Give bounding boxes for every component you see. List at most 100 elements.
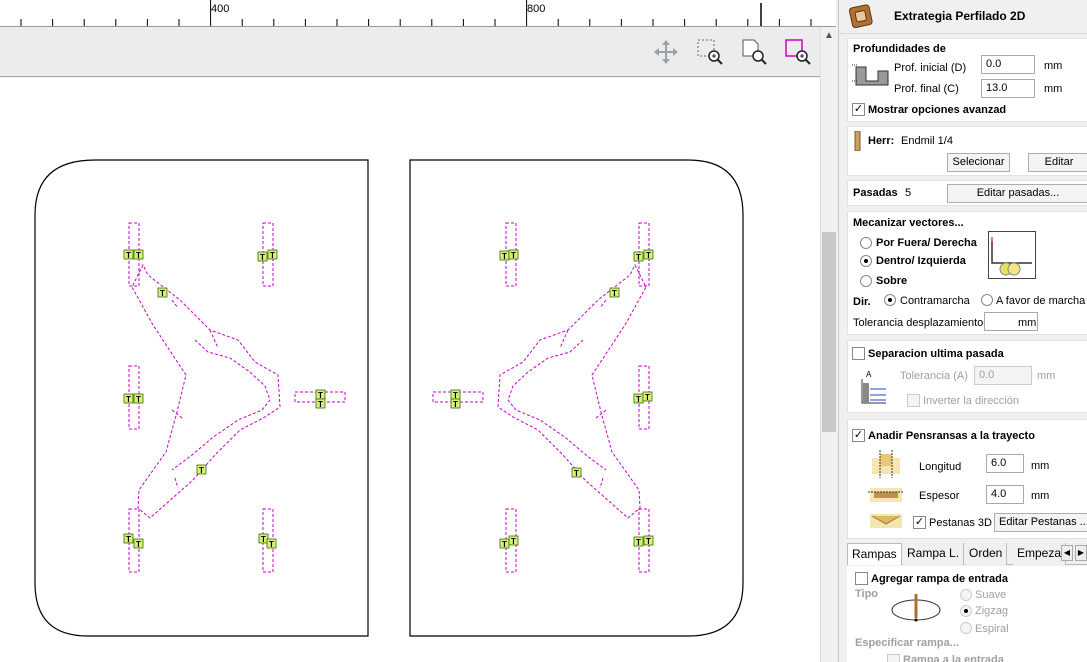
tab-marker[interactable]: T <box>633 251 644 262</box>
scrollbar-thumb[interactable] <box>822 232 836 432</box>
tab-marker-label: T <box>136 251 141 260</box>
smooth-radio[interactable] <box>960 589 972 601</box>
edit-tabs-button[interactable]: Editar Pestanas ... <box>994 513 1087 532</box>
tab-marker[interactable]: T <box>499 538 510 549</box>
edit-tool-button[interactable]: Editar <box>1028 153 1087 172</box>
tab-marker[interactable]: T <box>633 393 644 404</box>
tab-thickness-field[interactable]: 4.0 <box>986 485 1024 504</box>
tab-marker[interactable]: T <box>508 249 519 260</box>
last-pass-tolerance-field[interactable]: 0.0 <box>974 366 1032 385</box>
offset-tolerance-unit: mm <box>1018 317 1037 329</box>
last-pass-tolerance-label: Tolerancia (A) <box>900 370 968 382</box>
outside-radio[interactable] <box>860 237 872 249</box>
select-tool-button[interactable]: Selecionar <box>947 153 1010 172</box>
tab-marker-label: T <box>574 469 579 478</box>
last-pass-checkbox[interactable] <box>852 347 865 360</box>
end-depth-unit: mm <box>1044 83 1063 95</box>
tab-marker[interactable]: T <box>643 535 654 546</box>
tab-marker[interactable]: T <box>123 393 134 404</box>
tab-marker[interactable]: T <box>133 249 144 260</box>
start-depth-field[interactable]: 0.0 <box>981 55 1035 74</box>
tab-marker-label: T <box>645 393 650 402</box>
tab-marker-label: T <box>126 395 131 404</box>
conventional-radio[interactable] <box>981 294 993 306</box>
left-vectors <box>128 222 346 573</box>
advanced-options-label: Mostrar opciones avanzad <box>868 104 1007 116</box>
on-radio[interactable] <box>860 275 872 287</box>
toolpath-panel: Extrategia Perfilado 2D Profundidades de… <box>838 0 1087 662</box>
tab-marker-label: T <box>502 540 507 549</box>
tab-marker[interactable]: T <box>642 391 653 402</box>
inside-radio[interactable] <box>860 255 872 267</box>
tab-marker-label: T <box>270 251 275 260</box>
invert-direction-checkbox[interactable] <box>907 394 920 407</box>
ramps-section: Agregar rampa de entrada Tipo Suave Zigz… <box>847 566 1087 662</box>
tab-marker[interactable]: T <box>133 393 144 404</box>
scroll-up-icon[interactable]: ▲ <box>824 30 834 41</box>
tab-marker[interactable]: T <box>571 467 582 478</box>
tab-marker[interactable]: T <box>499 250 510 261</box>
zoom-box-icon[interactable] <box>784 38 812 66</box>
tab-length-field[interactable]: 6.0 <box>986 454 1024 473</box>
zoom-page-icon[interactable] <box>740 38 768 66</box>
tab-marker-label: T <box>136 395 141 404</box>
tab-marker-label: T <box>126 251 131 260</box>
tab-marker-label: T <box>636 538 641 547</box>
tab-marker[interactable]: T <box>450 389 461 400</box>
tab-marker[interactable]: T <box>633 536 644 547</box>
passes-section: Pasadas 5 Editar pasadas... <box>847 180 1087 206</box>
tab-start[interactable]: Empeza <box>1013 543 1067 565</box>
tab-marker[interactable]: T <box>257 251 268 262</box>
tab-ramps[interactable]: Rampas <box>847 543 902 565</box>
spiral-radio[interactable] <box>960 622 972 634</box>
tab-marker[interactable]: T <box>609 287 620 298</box>
vertical-scrollbar[interactable]: ▲ <box>820 27 836 662</box>
ramp-diagram-icon <box>891 594 941 622</box>
tab-marker-label: T <box>502 252 507 261</box>
add-tabs-checkbox[interactable]: ✓ <box>852 429 865 442</box>
tab-marker[interactable]: T <box>508 535 519 546</box>
depths-section: Profundidades de Prof. inicial (D) 0.0 m… <box>847 38 1087 122</box>
tabs-scroll-left-icon[interactable]: ◀ <box>1061 545 1073 561</box>
tab-order[interactable]: Orden <box>965 543 1008 565</box>
tab-marker-label: T <box>646 251 651 260</box>
specify-ramp-label: Especificar rampa... <box>855 637 959 649</box>
tab-marker[interactable]: T <box>450 398 461 409</box>
edit-passes-button[interactable]: Editar pasadas... <box>947 184 1087 203</box>
invert-direction-label: Inverter la dirección <box>923 395 1019 407</box>
tab-marker-label: T <box>261 535 266 544</box>
drawing-canvas[interactable]: TTTTTTTTTTTTTTTTTTTTTTTTTTTT <box>0 78 820 662</box>
ramp-type-label: Tipo <box>855 588 879 600</box>
strategy-tabs: Rampas Rampa L. Orden Empeza ◀ ▶ <box>847 543 1087 565</box>
zoom-selection-icon[interactable] <box>696 38 724 66</box>
tab-marker[interactable]: T <box>267 249 278 260</box>
tabs-3d-checkbox[interactable]: ✓ <box>913 516 926 529</box>
climb-radio[interactable] <box>884 294 896 306</box>
tab-marker-label: T <box>136 540 141 549</box>
start-depth-label: Prof. inicial (D) <box>894 62 967 74</box>
conventional-label: A favor de marcha <box>996 295 1086 307</box>
last-pass-section: Separacion ultima pasada A Tolerancia (A… <box>847 340 1087 413</box>
tab-marker[interactable]: T <box>266 538 277 549</box>
ramp-entry-checkbox[interactable] <box>887 654 900 662</box>
zigzag-radio[interactable] <box>960 605 972 617</box>
tab-lead-ramp[interactable]: Rampa L. <box>903 543 965 565</box>
tab-marker[interactable]: T <box>133 538 144 549</box>
tabs-scroll-right-icon[interactable]: ▶ <box>1075 545 1087 561</box>
tab-marker[interactable]: T <box>157 287 168 298</box>
tab-marker[interactable]: T <box>643 249 654 260</box>
svg-text:A: A <box>866 370 872 379</box>
tab-marker[interactable]: T <box>196 464 207 475</box>
tab-thickness-icon <box>868 488 904 502</box>
end-depth-field[interactable]: 13.0 <box>981 79 1035 98</box>
tab-marker[interactable]: T <box>315 398 326 409</box>
tab-marker[interactable]: T <box>123 249 134 260</box>
tab-marker-label: T <box>269 540 274 549</box>
move-icon[interactable] <box>652 38 680 66</box>
advanced-options-checkbox[interactable]: ✓ <box>852 103 865 116</box>
tab-marker[interactable]: T <box>123 533 134 544</box>
add-ramp-checkbox[interactable] <box>855 572 868 585</box>
ruler-ticks <box>20 0 812 26</box>
direction-label: Dir. <box>853 296 871 308</box>
tab-marker[interactable]: T <box>315 389 326 400</box>
